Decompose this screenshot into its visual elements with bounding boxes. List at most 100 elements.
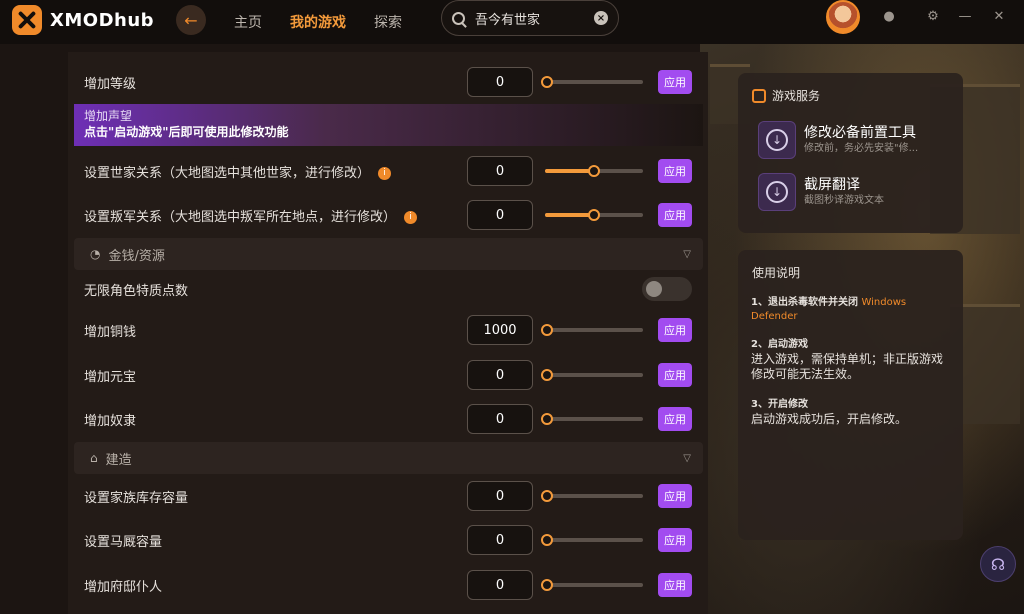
cheat-list-panel: 增加等级 0 应用 增加声望 点击"启动游戏"后即可使用此修改功能 设置世家关系… [68, 52, 708, 614]
slider-thumb[interactable] [541, 324, 553, 336]
cheat-row-mansion-servants: 增加府邸仆人 0 应用 [68, 563, 708, 607]
value-input[interactable]: 0 [467, 404, 533, 434]
toggle-knob [646, 281, 662, 297]
search-input[interactable]: 吾今有世家 [475, 9, 594, 28]
user-avatar[interactable] [826, 0, 860, 34]
value-slider[interactable] [541, 413, 643, 425]
money-bag-icon: ◔ [90, 247, 101, 261]
tool-name: 截屏翻译 [804, 177, 860, 193]
apply-button[interactable]: 应用 [658, 573, 692, 597]
apply-button[interactable]: 应用 [658, 484, 692, 508]
cheat-row-rebel-relation: 设置叛军关系（大地图选中叛军所在地点，进行修改） i 0 应用 [68, 193, 708, 237]
section-money-resources[interactable]: ◔ 金钱/资源 ▽ [74, 238, 703, 270]
building-icon: ⌂ [90, 451, 98, 465]
value-slider[interactable] [545, 165, 643, 177]
value-slider[interactable] [541, 490, 643, 502]
value-input[interactable]: 0 [467, 570, 533, 600]
slider-thumb[interactable] [588, 165, 600, 177]
info-icon[interactable]: i [404, 210, 418, 224]
xmod-logo-icon [12, 5, 42, 35]
step-body: 进入游戏，需保持单机；非正版游戏修改可能无法生效。 [751, 352, 944, 381]
value-slider[interactable] [541, 579, 643, 591]
slider-thumb[interactable] [541, 76, 553, 88]
back-button[interactable]: ← [176, 5, 206, 35]
cheat-label: 增加铜钱 [84, 324, 137, 340]
tool-screenshot-translate[interactable]: ↓ 截屏翻译 截图秒译游戏文本 [758, 173, 884, 211]
cheat-label: 无限角色特质点数 [84, 283, 189, 299]
apply-button[interactable]: 应用 [658, 318, 692, 342]
tool-prerequisite[interactable]: ↓ 修改必备前置工具 修改前，务必先安装"修... [758, 121, 918, 159]
value-input[interactable]: 0 [467, 67, 533, 97]
section-title: 金钱/资源 [108, 248, 165, 264]
slider-thumb[interactable] [541, 413, 553, 425]
step-heading: 3、开启修改 [751, 399, 808, 410]
app-logo[interactable]: XMODhub [12, 5, 154, 35]
cheat-label: 设置世家关系（大地图选中其他世家，进行修改） [84, 165, 371, 181]
value-input[interactable]: 1000 [467, 315, 533, 345]
cheat-label: 设置马厩容量 [84, 534, 163, 550]
notice-message: 点击"启动游戏"后即可使用此修改功能 [84, 125, 289, 139]
nav-explore[interactable]: 探索 [374, 12, 402, 32]
launch-game-notice: 增加声望 点击"启动游戏"后即可使用此修改功能 [74, 104, 703, 146]
guide-step-2: 2、启动游戏 进入游戏，需保持单机；非正版游戏修改可能无法生效。 [751, 338, 951, 382]
tool-desc: 修改前，务必先安装"修... [804, 143, 919, 154]
guide-step-1: 1、退出杀毒软件并关闭 Windows Defender [751, 296, 951, 324]
slider-thumb[interactable] [588, 209, 600, 221]
cheat-label: 增加府邸仆人 [84, 579, 163, 595]
cheat-row-stable-capacity: 设置马厩容量 0 应用 [68, 518, 708, 562]
notice-title: 增加声望 [84, 109, 133, 123]
apply-button[interactable]: 应用 [658, 407, 692, 431]
slider-thumb[interactable] [541, 490, 553, 502]
toggle-switch[interactable] [642, 277, 692, 301]
value-slider[interactable] [541, 369, 643, 381]
value-input[interactable]: 0 [467, 200, 533, 230]
cheat-row-slaves: 增加奴隶 0 应用 [68, 397, 708, 441]
settings-icon[interactable]: ⚙ [926, 10, 940, 24]
main-nav: 主页 我的游戏 探索 [234, 0, 402, 44]
minimize-icon[interactable]: — [958, 10, 972, 24]
value-slider[interactable] [545, 209, 643, 221]
support-headset-icon[interactable]: ☊ [980, 546, 1016, 582]
apply-button[interactable]: 应用 [658, 363, 692, 387]
top-bar: XMODhub ← 主页 我的游戏 探索 吾今有世家 × ● ⚙ — ✕ [0, 0, 1024, 44]
section-construction[interactable]: ⌂ 建造 ▽ [74, 442, 703, 474]
chevron-down-icon: ▽ [683, 452, 691, 464]
cheat-label: 增加元宝 [84, 369, 137, 385]
cheat-label: 设置叛军关系（大地图选中叛军所在地点，进行修改） [84, 209, 397, 225]
step-body: 启动游戏成功后，开启修改。 [751, 412, 908, 426]
apply-button[interactable]: 应用 [658, 159, 692, 183]
value-slider[interactable] [541, 324, 643, 336]
value-input[interactable]: 0 [467, 525, 533, 555]
info-icon[interactable]: i [378, 166, 392, 180]
clear-search-icon[interactable]: × [594, 11, 608, 25]
guide-step-3: 3、开启修改 启动游戏成功后，开启修改。 [751, 398, 951, 427]
arrow-left-icon: ← [184, 10, 198, 30]
cheat-label: 增加奴隶 [84, 413, 137, 429]
value-slider[interactable] [541, 534, 643, 546]
slider-thumb[interactable] [541, 534, 553, 546]
cheat-label: 设置家族库存容量 [84, 490, 189, 506]
search-box[interactable]: 吾今有世家 × [441, 0, 619, 36]
value-input[interactable]: 0 [467, 156, 533, 186]
slider-thumb[interactable] [541, 369, 553, 381]
download-icon: ↓ [758, 173, 796, 211]
notification-bell-icon[interactable]: ● [882, 10, 896, 24]
value-input[interactable]: 0 [467, 360, 533, 390]
tool-name: 修改必备前置工具 [804, 125, 916, 141]
apply-button[interactable]: 应用 [658, 70, 692, 94]
tool-desc: 截图秒译游戏文本 [804, 195, 884, 206]
slider-thumb[interactable] [541, 579, 553, 591]
fullscreen-icon[interactable]: ✕ [992, 10, 1006, 24]
apply-button[interactable]: 应用 [658, 528, 692, 552]
game-services-card: 游戏服务 ↓ 修改必备前置工具 修改前，务必先安装"修... ↓ 截屏翻译 截图… [738, 73, 963, 233]
step-heading: 2、启动游戏 [751, 339, 808, 350]
nav-home[interactable]: 主页 [234, 12, 262, 32]
chevron-down-icon: ▽ [683, 248, 691, 260]
apply-button[interactable]: 应用 [658, 203, 692, 227]
cheat-label: 增加等级 [84, 76, 137, 92]
download-icon: ↓ [758, 121, 796, 159]
value-slider[interactable] [541, 76, 643, 88]
step-heading: 1、退出杀毒软件并关闭 [751, 297, 858, 308]
nav-my-games[interactable]: 我的游戏 [290, 12, 346, 32]
value-input[interactable]: 0 [467, 481, 533, 511]
